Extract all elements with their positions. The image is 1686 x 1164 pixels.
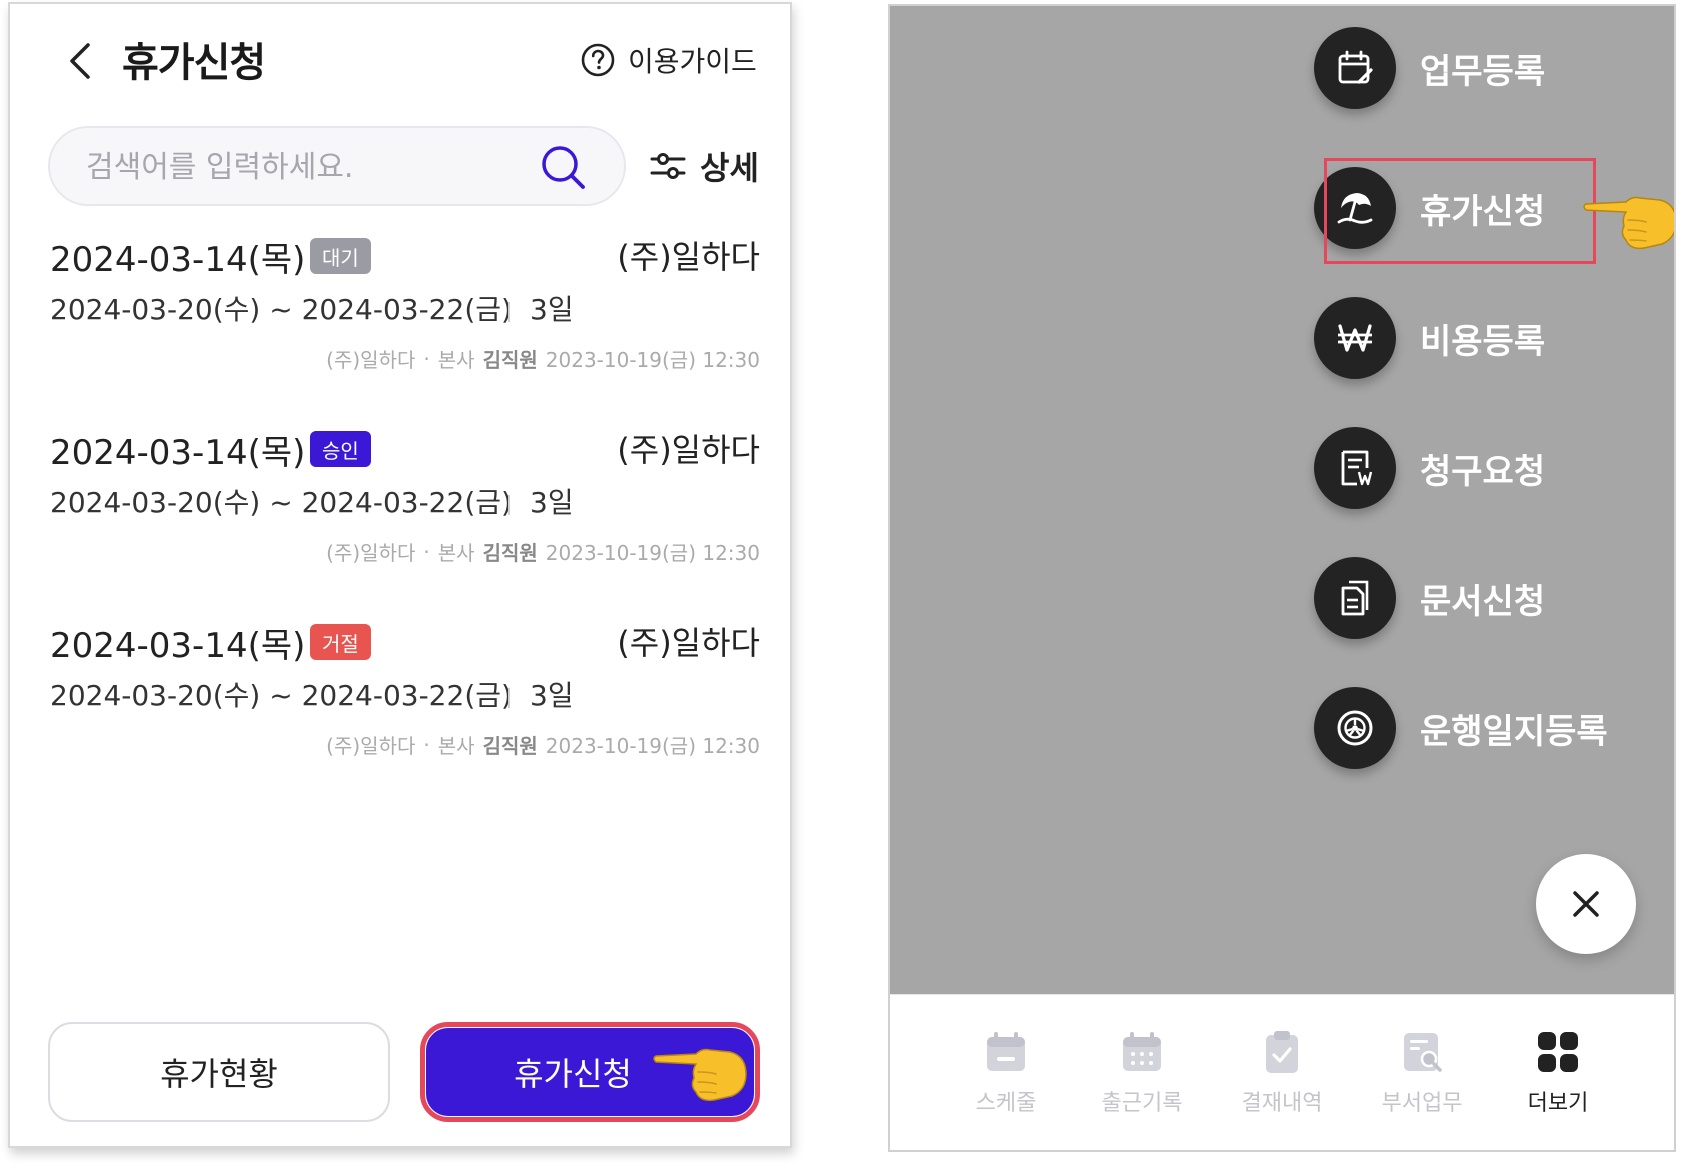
menu-item-document-request[interactable]: 문서신청 [1314, 556, 1545, 640]
item-date-range: 2024-03-20(수) ~ 2024-03-22(금) [50, 679, 512, 712]
document-search-icon [1404, 1033, 1442, 1072]
meta-employee: 김직원 [482, 734, 538, 758]
item-meta: (주)일하다 · 본사 김직원 2023-10-19(금) 12:30 [326, 344, 760, 373]
meta-dot: · [423, 732, 430, 757]
calendar-grid-icon [1123, 1032, 1161, 1071]
menu-item-billing-request[interactable]: 청구요청 [1314, 426, 1545, 510]
tab-label: 스케줄 [975, 1091, 1037, 1116]
item-date: 2024-03-14(목) [50, 433, 306, 473]
pointing-hand-icon [1583, 196, 1674, 250]
status-badge: 대기 [310, 238, 371, 274]
meta-branch: 본사 [437, 348, 475, 372]
sliders-icon [650, 153, 686, 179]
detail-label: 상세 [700, 149, 759, 187]
meta-timestamp: 2023-10-19(금) 12:30 [545, 734, 760, 758]
page-title: 휴가신청 [122, 40, 266, 86]
search-input[interactable] [86, 144, 526, 190]
item-days: 3일 [530, 486, 574, 519]
item-meta: (주)일하다 · 본사 김직원 2023-10-19(금) 12:30 [326, 537, 760, 566]
tab-more[interactable]: 더보기 [1498, 1029, 1618, 1129]
tab-label: 출근기록 [1101, 1091, 1183, 1116]
question-circle-icon [581, 43, 615, 77]
item-date-range: 2024-03-20(수) ~ 2024-03-22(금) [50, 293, 512, 326]
item-date: 2024-03-14(목) [50, 626, 306, 666]
leave-status-button[interactable]: 휴가현황 [48, 1022, 390, 1122]
more-menu-screen: 업무등록 휴가신청 비용등록 청구요청 문서신청 운행일지등록 스케줄 출근기록… [888, 4, 1676, 1152]
document-icon [1314, 557, 1396, 639]
menu-item-expense-register[interactable]: 비용등록 [1314, 296, 1545, 380]
leave-list-item[interactable]: 2024-03-14(목) 대기 (주)일하다 2024-03-20(수) ~ … [50, 232, 760, 412]
clipboard-check-icon [1266, 1031, 1298, 1073]
back-button[interactable] [58, 36, 102, 86]
user-guide-label: 이용가이드 [628, 45, 757, 78]
meta-branch: 본사 [437, 734, 475, 758]
leave-list-item[interactable]: 2024-03-14(목) 승인 (주)일하다 2024-03-20(수) ~ … [50, 425, 760, 605]
tab-label: 결재내역 [1241, 1091, 1323, 1116]
leave-request-screen: 휴가신청 이용가이드 상세 2024-03-14(목) 대기 (주)일하다 20… [8, 2, 792, 1148]
user-guide-link[interactable]: 이용가이드 [580, 40, 757, 80]
meta-company: (주)일하다 [326, 734, 416, 758]
meta-dot: · [423, 539, 430, 564]
item-company: (주)일하다 [617, 431, 760, 469]
meta-timestamp: 2023-10-19(금) 12:30 [545, 348, 760, 372]
chevron-left-icon [70, 43, 90, 79]
pointing-hand-icon [653, 1048, 747, 1102]
bottom-tab-bar: 스케줄 출근기록 결재내역 부서업무 더보기 [890, 994, 1674, 1150]
divider [508, 495, 510, 515]
item-days: 3일 [530, 293, 574, 326]
status-badge: 거절 [310, 624, 371, 660]
meta-company: (주)일하다 [326, 541, 416, 565]
item-company: (주)일하다 [617, 238, 760, 276]
tab-approval-history[interactable]: 결재내역 [1222, 1029, 1342, 1129]
meta-employee: 김직원 [482, 348, 538, 372]
close-button[interactable] [1536, 854, 1636, 954]
grid-icon [1538, 1032, 1578, 1072]
search-bar [48, 126, 626, 206]
meta-company: (주)일하다 [326, 348, 416, 372]
menu-item-label: 업무등록 [1420, 51, 1546, 92]
calendar-edit-icon [1314, 27, 1396, 109]
invoice-won-icon [1314, 427, 1396, 509]
item-date-range: 2024-03-20(수) ~ 2024-03-22(금) [50, 486, 512, 519]
tab-department-work[interactable]: 부서업무 [1362, 1029, 1482, 1129]
item-days: 3일 [530, 679, 574, 712]
menu-item-label: 문서신청 [1420, 581, 1546, 622]
tab-attendance-log[interactable]: 출근기록 [1082, 1029, 1202, 1129]
divider [508, 688, 510, 708]
menu-item-label: 운행일지등록 [1420, 711, 1608, 752]
meta-employee: 김직원 [482, 541, 538, 565]
detail-filter-button[interactable]: 상세 [650, 142, 759, 190]
leave-list-item[interactable]: 2024-03-14(목) 거절 (주)일하다 2024-03-20(수) ~ … [50, 618, 760, 798]
tab-label: 부서업무 [1381, 1091, 1463, 1116]
tab-schedule[interactable]: 스케줄 [946, 1029, 1066, 1129]
meta-branch: 본사 [437, 541, 475, 565]
item-company: (주)일하다 [617, 624, 760, 662]
meta-timestamp: 2023-10-19(금) 12:30 [545, 541, 760, 565]
menu-item-label: 비용등록 [1420, 321, 1546, 362]
search-icon[interactable] [538, 142, 590, 194]
calendar-icon [987, 1032, 1025, 1071]
item-date: 2024-03-14(목) [50, 240, 306, 280]
menu-item-label: 청구요청 [1420, 451, 1546, 492]
menu-item-task-register[interactable]: 업무등록 [1314, 26, 1545, 110]
won-icon [1314, 297, 1396, 379]
menu-item-driving-log[interactable]: 운행일지등록 [1314, 686, 1608, 770]
steering-wheel-icon [1314, 687, 1396, 769]
tab-label: 더보기 [1527, 1091, 1589, 1116]
meta-dot: · [423, 346, 430, 371]
status-badge: 승인 [310, 431, 371, 467]
divider [508, 302, 510, 322]
item-meta: (주)일하다 · 본사 김직원 2023-10-19(금) 12:30 [326, 730, 760, 759]
highlight-outline [1324, 158, 1596, 264]
close-icon [1573, 891, 1599, 917]
